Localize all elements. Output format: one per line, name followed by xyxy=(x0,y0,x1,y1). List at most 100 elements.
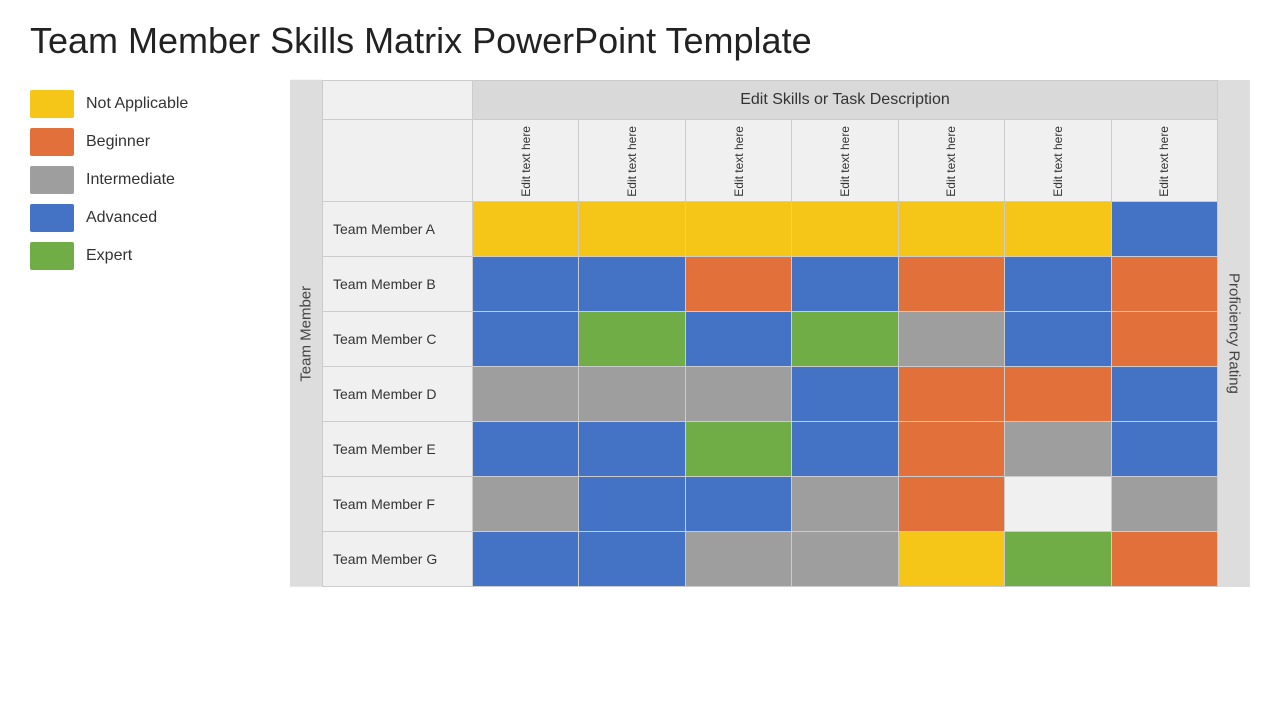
skill-cell xyxy=(473,257,579,311)
skill-cell xyxy=(1112,257,1217,311)
skill-cell xyxy=(899,367,1005,421)
skill-cell xyxy=(792,477,898,531)
skill-cell xyxy=(899,312,1005,366)
legend-label: Advanced xyxy=(86,209,157,227)
page-title: Team Member Skills Matrix PowerPoint Tem… xyxy=(30,20,1250,62)
col-header-cell: Edit text here xyxy=(686,120,792,202)
col-header-cell: Edit text here xyxy=(579,120,685,202)
legend-item: Intermediate xyxy=(30,166,270,194)
table-row: Team Member E xyxy=(323,422,1217,477)
skill-cell xyxy=(792,532,898,586)
skill-cell xyxy=(1112,367,1217,421)
legend-swatch xyxy=(30,204,74,232)
col-headers: Edit text here Edit text here Edit text he… xyxy=(323,120,1217,202)
skill-cell xyxy=(473,422,579,476)
legend-swatch xyxy=(30,166,74,194)
skill-cell xyxy=(1005,532,1111,586)
col-header-text: Edit text here xyxy=(1051,126,1065,197)
skill-cell xyxy=(686,312,792,366)
legend-label: Not Applicable xyxy=(86,95,188,113)
matrix-title: Edit Skills or Task Description xyxy=(473,81,1217,120)
skill-cell xyxy=(686,257,792,311)
member-name-cell: Team Member B xyxy=(323,257,473,311)
table-row: Team Member A xyxy=(323,202,1217,257)
skill-cell xyxy=(1112,312,1217,366)
member-name-cell: Team Member E xyxy=(323,422,473,476)
legend-swatch xyxy=(30,128,74,156)
skill-cell xyxy=(899,532,1005,586)
skill-cell xyxy=(899,257,1005,311)
legend-item: Expert xyxy=(30,242,270,270)
skill-cell xyxy=(579,312,685,366)
legend-label: Intermediate xyxy=(86,171,175,189)
skill-cell xyxy=(579,532,685,586)
skill-cell xyxy=(1005,312,1111,366)
col-header-cell: Edit text here xyxy=(1005,120,1111,202)
skill-cell xyxy=(473,202,579,256)
skill-cell xyxy=(686,367,792,421)
skill-cell xyxy=(473,532,579,586)
matrix-header: Edit Skills or Task Description xyxy=(323,81,1217,120)
member-name-cell: Team Member D xyxy=(323,367,473,421)
table-row: Team Member D xyxy=(323,367,1217,422)
skill-cell xyxy=(1005,367,1111,421)
corner-cell xyxy=(323,81,473,120)
skill-cell xyxy=(686,477,792,531)
left-axis-label: Team Member xyxy=(290,80,322,587)
col-header-text: Edit text here xyxy=(944,126,958,197)
skill-cell xyxy=(686,532,792,586)
legend-label: Beginner xyxy=(86,133,150,151)
member-name-cell: Team Member G xyxy=(323,532,473,586)
skill-cell xyxy=(686,202,792,256)
skill-cell xyxy=(1112,477,1217,531)
skill-cell xyxy=(686,422,792,476)
skill-cell xyxy=(899,422,1005,476)
skill-cell xyxy=(1005,422,1111,476)
col-header-text: Edit text here xyxy=(1157,126,1171,197)
skill-cell xyxy=(579,257,685,311)
legend-swatch xyxy=(30,242,74,270)
skill-cell xyxy=(473,367,579,421)
skill-cell xyxy=(1005,257,1111,311)
col-header-cell: Edit text here xyxy=(1112,120,1217,202)
col-header-text: Edit text here xyxy=(838,126,852,197)
table-row: Team Member G xyxy=(323,532,1217,586)
skill-cell xyxy=(1112,532,1217,586)
legend-label: Expert xyxy=(86,247,132,265)
member-name-cell: Team Member A xyxy=(323,202,473,256)
col-header-text: Edit text here xyxy=(519,126,533,197)
member-name-cell: Team Member F xyxy=(323,477,473,531)
table-row: Team Member F xyxy=(323,477,1217,532)
legend: Not Applicable Beginner Intermediate Advanc… xyxy=(30,80,290,587)
matrix-table: Edit Skills or Task Description Edit tex… xyxy=(322,80,1218,587)
skill-cell xyxy=(473,312,579,366)
skill-cell xyxy=(1005,477,1111,531)
table-row: Team Member B xyxy=(323,257,1217,312)
legend-swatch xyxy=(30,90,74,118)
skill-cell xyxy=(1112,202,1217,256)
skill-cell xyxy=(792,312,898,366)
skill-cell xyxy=(792,202,898,256)
skill-cell xyxy=(579,477,685,531)
legend-item: Beginner xyxy=(30,128,270,156)
legend-item: Not Applicable xyxy=(30,90,270,118)
skill-cell xyxy=(1005,202,1111,256)
skill-cell xyxy=(792,367,898,421)
table-row: Team Member C xyxy=(323,312,1217,367)
col-header-cell: Edit text here xyxy=(473,120,579,202)
legend-item: Advanced xyxy=(30,204,270,232)
skill-cell xyxy=(1112,422,1217,476)
col-header-text: Edit text here xyxy=(732,126,746,197)
skill-cell xyxy=(792,422,898,476)
skill-cell xyxy=(579,367,685,421)
skill-cell xyxy=(579,422,685,476)
skill-cell xyxy=(473,477,579,531)
col-header-empty xyxy=(323,120,473,202)
skill-cell xyxy=(899,202,1005,256)
member-name-cell: Team Member C xyxy=(323,312,473,366)
col-header-cell: Edit text here xyxy=(899,120,1005,202)
matrix-wrapper: Team Member Edit Skills or Task Descript… xyxy=(290,80,1250,587)
col-header-cell: Edit text here xyxy=(792,120,898,202)
skill-cell xyxy=(579,202,685,256)
skill-cell xyxy=(899,477,1005,531)
